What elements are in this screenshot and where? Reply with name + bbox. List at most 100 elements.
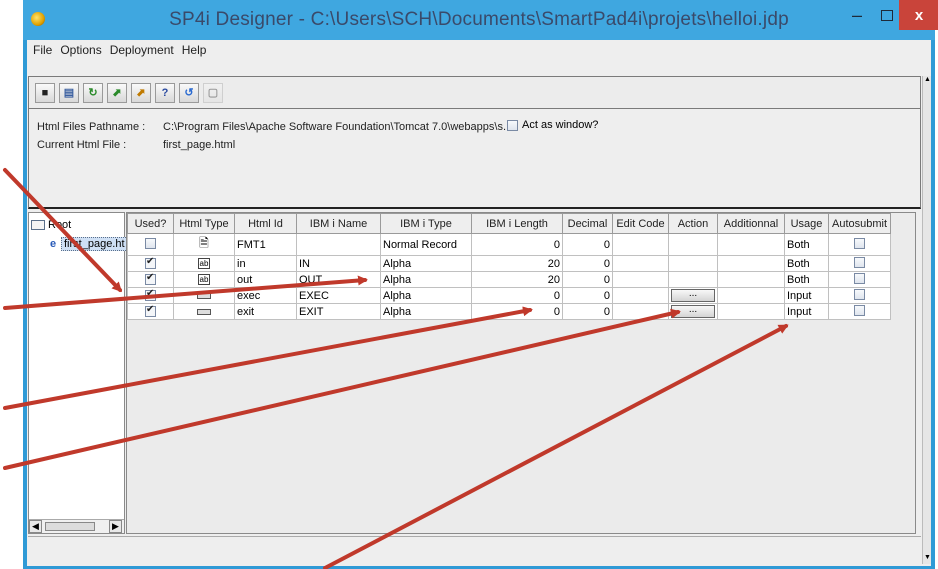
autosubmit-checkbox[interactable]	[854, 272, 865, 284]
autosubmit-cell[interactable]	[828, 255, 891, 272]
autosubmit-checkbox[interactable]	[854, 288, 865, 300]
ibm-length-cell[interactable]: 0	[471, 303, 563, 320]
additional-cell[interactable]	[717, 233, 785, 256]
ibm-name-cell[interactable]: EXIT	[296, 303, 381, 320]
used-checkbox-checked[interactable]	[145, 305, 156, 318]
decimal-cell[interactable]: 0	[562, 287, 613, 304]
usage-cell[interactable]: Both	[784, 271, 829, 288]
scroll-thumb[interactable]	[45, 522, 95, 531]
menu-options[interactable]: Options	[56, 43, 105, 57]
menu-help[interactable]: Help	[178, 43, 211, 57]
disabled-button[interactable]: ▢	[203, 82, 223, 103]
save-button[interactable]: ■	[35, 82, 55, 103]
deploy-button[interactable]: ⬈	[131, 82, 151, 103]
edit-code-cell[interactable]	[612, 303, 669, 320]
used-checkbox-checked[interactable]	[145, 273, 156, 286]
column-header[interactable]: Additionnal	[717, 213, 785, 234]
refresh-button[interactable]: ↻	[83, 82, 103, 103]
edit-code-cell[interactable]	[612, 255, 669, 272]
ibm-length-cell[interactable]: 20	[471, 271, 563, 288]
column-header[interactable]: Edit Code	[612, 213, 669, 234]
usage-cell[interactable]: Both	[784, 255, 829, 272]
table-row[interactable]: exit EXIT Alpha 0 0 ... Input	[127, 303, 891, 320]
help-button[interactable]: ?	[155, 82, 175, 103]
edit-code-cell[interactable]	[612, 233, 669, 256]
additional-cell[interactable]	[717, 287, 785, 304]
table-row[interactable]: exec EXEC Alpha 0 0 ... Input	[127, 287, 891, 304]
ibm-type-cell[interactable]: Alpha	[380, 303, 472, 320]
ibm-type-cell[interactable]: Alpha	[380, 271, 472, 288]
ibm-type-cell[interactable]: Alpha	[380, 287, 472, 304]
pages-button[interactable]: ▤	[59, 82, 79, 103]
minimize-button[interactable]: –	[843, 0, 871, 30]
autosubmit-checkbox[interactable]	[854, 256, 865, 268]
action-ellipsis-button[interactable]: ...	[671, 289, 715, 302]
additional-cell[interactable]	[717, 271, 785, 288]
used-cell[interactable]	[127, 303, 174, 320]
additional-cell[interactable]	[717, 303, 785, 320]
autosubmit-cell[interactable]	[828, 271, 891, 288]
ibm-name-cell[interactable]: OUT	[296, 271, 381, 288]
used-checkbox-checked[interactable]	[145, 289, 156, 302]
column-header[interactable]: Used?	[127, 213, 174, 234]
used-cell[interactable]	[127, 255, 174, 272]
action-cell[interactable]: ...	[668, 287, 718, 304]
ibm-name-cell[interactable]	[296, 233, 381, 256]
table-row[interactable]: 🗎 FMT1 Normal Record 0 0 Both	[127, 233, 891, 256]
act-as-window-option[interactable]: Act as window?	[507, 119, 598, 131]
used-checkbox[interactable]	[145, 237, 156, 249]
used-cell[interactable]	[127, 233, 174, 256]
autosubmit-checkbox[interactable]	[854, 237, 865, 249]
html-id-cell[interactable]: exit	[234, 303, 297, 320]
column-header[interactable]: Html Id	[234, 213, 297, 234]
column-header[interactable]: IBM i Length	[471, 213, 563, 234]
ibm-type-cell[interactable]: Normal Record	[380, 233, 472, 256]
autosubmit-checkbox[interactable]	[854, 304, 865, 316]
ibm-length-cell[interactable]: 0	[471, 287, 563, 304]
scroll-down-button[interactable]: ▼	[923, 554, 932, 564]
maximize-button[interactable]	[873, 0, 901, 30]
reload-button[interactable]: ↺	[179, 82, 199, 103]
ibm-type-cell[interactable]: Alpha	[380, 255, 472, 272]
decimal-cell[interactable]: 0	[562, 303, 613, 320]
usage-cell[interactable]: Input	[784, 287, 829, 304]
table-row[interactable]: ab in IN Alpha 20 0 Both	[127, 255, 891, 272]
ibm-name-cell[interactable]: IN	[296, 255, 381, 272]
scroll-up-button[interactable]: ▲	[923, 76, 932, 86]
tree-horizontal-scrollbar[interactable]: ◀ ▶	[29, 519, 124, 533]
column-header[interactable]: Usage	[784, 213, 829, 234]
autosubmit-cell[interactable]	[828, 233, 891, 256]
column-header[interactable]: Autosubmit	[828, 213, 891, 234]
used-cell[interactable]	[127, 287, 174, 304]
scroll-left-button[interactable]: ◀	[29, 520, 42, 533]
title-bar[interactable]: SP4i Designer - C:\Users\SCH\Documents\S…	[23, 0, 938, 40]
ibm-length-cell[interactable]: 20	[471, 255, 563, 272]
act-as-window-checkbox[interactable]	[507, 119, 518, 131]
html-id-cell[interactable]: in	[234, 255, 297, 272]
edit-code-cell[interactable]	[612, 287, 669, 304]
scroll-right-button[interactable]: ▶	[109, 520, 122, 533]
usage-cell[interactable]: Input	[784, 303, 829, 320]
additional-cell[interactable]	[717, 255, 785, 272]
main-vertical-scrollbar[interactable]: ▲ ▼	[922, 76, 931, 564]
html-id-cell[interactable]: out	[234, 271, 297, 288]
export-button[interactable]: ⬈	[107, 82, 127, 103]
used-checkbox-checked[interactable]	[145, 257, 156, 270]
tree-root-node[interactable]: Root	[31, 219, 71, 231]
column-header[interactable]: Decimal	[562, 213, 613, 234]
decimal-cell[interactable]: 0	[562, 233, 613, 256]
menu-deployment[interactable]: Deployment	[106, 43, 178, 57]
ibm-name-cell[interactable]: EXEC	[296, 287, 381, 304]
action-cell[interactable]	[668, 255, 718, 272]
html-id-cell[interactable]: FMT1	[234, 233, 297, 256]
close-button[interactable]: x	[899, 0, 938, 30]
edit-code-cell[interactable]	[612, 271, 669, 288]
menu-file[interactable]: File	[29, 43, 56, 57]
action-cell[interactable]: ...	[668, 303, 718, 320]
column-header[interactable]: Action	[668, 213, 718, 234]
column-header[interactable]: IBM i Type	[380, 213, 472, 234]
tree-child-node[interactable]: e first_page.ht	[47, 237, 128, 251]
used-cell[interactable]	[127, 271, 174, 288]
decimal-cell[interactable]: 0	[562, 255, 613, 272]
column-header[interactable]: IBM i Name	[296, 213, 381, 234]
